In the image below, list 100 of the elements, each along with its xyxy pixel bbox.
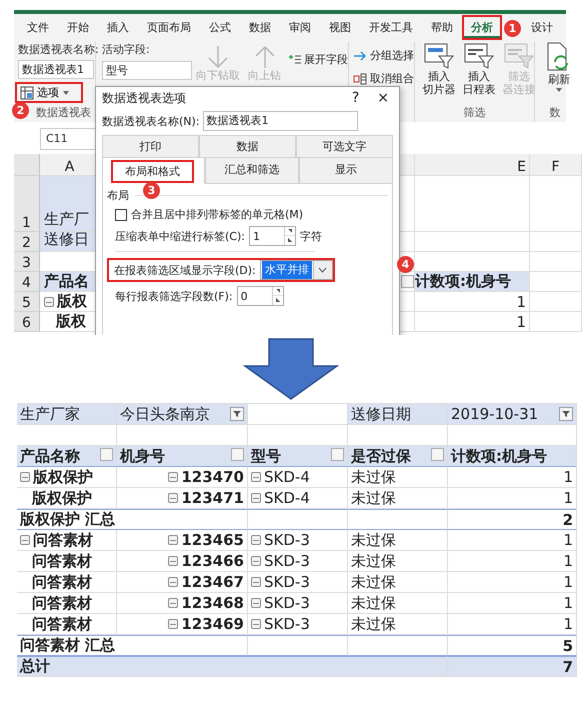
dialog-tab[interactable]: 打印 [103,136,198,157]
help-button[interactable]: ? [352,90,360,106]
field-label: 数据透视表名称(N): [102,114,200,128]
cell-text: 123469 [181,615,244,633]
row-number[interactable]: 1 [14,176,40,232]
collapse-icon[interactable] [168,535,178,545]
row-number[interactable]: 6 [14,312,40,332]
row-number[interactable]: 5 [14,292,40,312]
cell-text: 123466 [181,552,244,570]
cell-text: 版权 [56,312,86,331]
active-field-input[interactable]: 型号 [102,61,192,80]
table-cell: 未过保 [348,572,448,593]
select-field[interactable]: 水平并排 [260,260,333,280]
cell-text: SKD-3 [264,615,310,633]
unit-label: 字符 [300,228,322,244]
collapse-icon[interactable] [251,493,261,503]
table-cell: 生产厂家 [17,404,117,425]
ribbon-tab[interactable]: 页面布局 [138,14,200,40]
ribbon-tab[interactable]: 开始 [58,14,98,40]
collapse-icon[interactable] [168,472,178,482]
ribbon-tab[interactable]: 帮助 [422,14,462,40]
table-cell: 2 [448,509,577,530]
collapse-icon[interactable] [168,493,178,503]
dialog-tab[interactable]: 显示 [300,158,392,183]
options-button[interactable]: 选项 [15,82,83,103]
table-cell: 未过保 [348,530,448,551]
dialog-tab[interactable]: 可选文字 [297,136,392,157]
ribbon-tab[interactable]: 公式 [200,14,240,40]
ribbon-tab[interactable]: 分析 [462,14,502,40]
column-header[interactable]: F [530,154,582,176]
group-selection-button[interactable]: 分组选择 [353,48,414,63]
refresh-button[interactable]: 刷新 [543,42,575,93]
table-cell: 未过保 [348,614,448,635]
collapse-icon[interactable] [251,598,261,608]
empty-cell [530,252,582,272]
collapse-icon[interactable] [251,472,261,482]
close-button[interactable]: × [377,90,389,106]
ribbon-tab[interactable]: 数据 [240,14,280,40]
column-header[interactable]: E [415,154,530,176]
section-title: 布局 [107,188,129,203]
collapse-icon[interactable] [168,556,178,566]
expand-field-button[interactable]: 展开字段 [289,52,348,67]
collapse-icon[interactable] [251,535,261,545]
dialog-title: 数据透视表选项 [102,90,186,106]
dropdown-icon[interactable] [431,448,444,461]
table-cell: 未过保 [348,551,448,572]
caret-icon [555,87,563,93]
filter-icon[interactable] [559,407,573,421]
ribbon-tab[interactable]: 视图 [320,14,360,40]
table-cell: 未过保 [348,488,448,509]
field-label: 在报表筛选区域显示字段(D): [114,262,256,278]
dropdown-icon[interactable] [100,448,113,461]
ribbon-tab[interactable]: 设计 [522,14,562,40]
collapse-icon[interactable] [168,577,178,587]
dialog-tab[interactable]: 布局和格式 [111,160,194,183]
collapse-icon[interactable] [44,297,54,307]
ungroup-button[interactable]: 取消组合 [353,71,414,86]
spin-field[interactable]: 0 [236,286,284,306]
checkbox[interactable] [115,208,127,220]
dialog-tab[interactable]: 汇总和筛选 [206,158,298,183]
right-arrow-icon [353,50,367,62]
cell-text: 问答素材 [32,614,92,634]
cell-text: 版权 [57,292,87,311]
pivot-name-field[interactable]: 数据透视表1 [18,60,94,79]
collapse-icon[interactable] [251,619,261,629]
cell-text: 2019-10-31 [451,405,538,423]
table-cell: 1 [448,593,577,614]
table-cell: 7 [448,656,577,677]
row-number[interactable]: 4 [14,272,40,292]
ribbon-tab[interactable]: 审阅 [280,14,320,40]
dropdown-icon[interactable] [231,448,244,461]
filter-icon[interactable] [230,407,244,421]
checkbox-label: 合并且居中排列带标签的单元格(M) [131,207,304,222]
collapse-icon[interactable] [168,598,178,608]
table-cell: 1 [448,572,577,593]
dropdown-icon[interactable] [401,275,414,288]
ribbon-button[interactable]: 插入 切片器 [421,42,457,96]
empty-cell [530,312,582,332]
collapse-icon[interactable] [168,619,178,629]
row-number[interactable]: 3 [14,252,40,272]
table-cell: 送修日期 [348,404,448,425]
collapse-icon[interactable] [20,535,30,545]
dialog-tab[interactable]: 数据 [200,136,295,157]
cell-text: 问答素材 [32,594,92,612]
collapse-icon[interactable] [251,577,261,587]
pivot-name-field[interactable]: 数据透视表1 [202,111,358,131]
field-label: 每行报表筛选字段数(F): [115,288,233,304]
ribbon-tab[interactable]: 文件 [18,14,58,40]
ribbon-tab[interactable]: 开发工具 [360,14,422,40]
dropdown-icon[interactable] [331,448,344,461]
step-badge: 2 [12,102,29,119]
down-arrow-icon [243,338,339,400]
empty-cell [530,292,582,312]
ribbon-tab[interactable]: 插入 [98,14,138,40]
row-number[interactable]: 2 [14,232,40,252]
ribbon-button[interactable]: 插入 日程表 [461,42,497,96]
collapse-icon[interactable] [251,556,261,566]
group-label: 数 [548,105,562,120]
collapse-icon[interactable] [20,472,30,482]
spin-field[interactable]: 1 [248,226,296,246]
